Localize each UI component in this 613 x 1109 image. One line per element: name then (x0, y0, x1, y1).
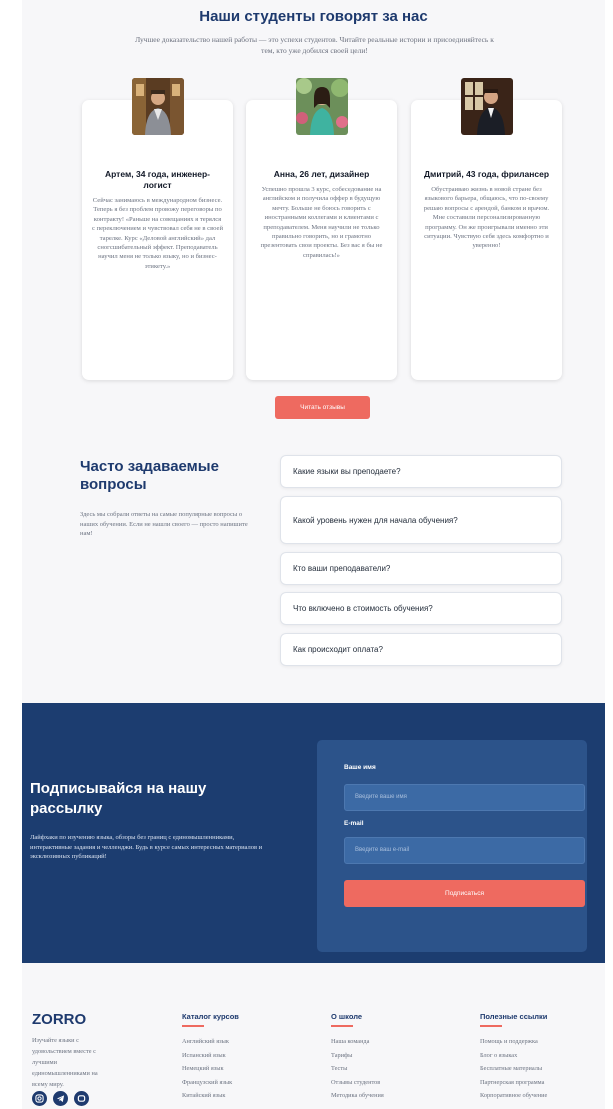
logo-text: Изучайте языки с удовольствием вместе с … (32, 1037, 98, 1088)
telegram-icon[interactable] (53, 1091, 68, 1106)
faq-item[interactable]: Кто ваши преподаватели? (280, 552, 562, 585)
divider (331, 1025, 353, 1027)
footer-link[interactable]: Методика обучения (331, 1089, 384, 1103)
vk-icon[interactable] (74, 1091, 89, 1106)
card-text: Успешно прошла 3 курс, собеседование на … (260, 186, 383, 259)
faq-item[interactable]: Как происходит оплата? (280, 633, 562, 666)
footer-link[interactable]: Немецкий язык (182, 1062, 239, 1076)
footer: ZORRO Изучайте языки с удовольствием вме… (22, 963, 605, 1109)
footer-link[interactable]: Испанский язык (182, 1049, 239, 1063)
faq-description: Здесь мы собрали ответы на самые популяр… (80, 511, 248, 537)
faq-title: Часто задаваемые вопросы (80, 458, 219, 493)
faq-item[interactable]: Что включено в стоимость обучения? (280, 592, 562, 625)
newsletter-section: Подписывайся на нашу рассылку Лайфхаки п… (22, 703, 605, 963)
faq-item[interactable]: Какой уровень нужен для начала обучения? (280, 496, 562, 544)
footer-column-catalog: Каталог курсов Английский язык Испанский… (182, 1012, 239, 1103)
email-input[interactable]: Введите ваш e-mail (344, 837, 585, 864)
newsletter-form: Ваше имя Введите ваше имя E-mail Введите… (317, 740, 587, 952)
footer-link[interactable]: Китайский язык (182, 1089, 239, 1103)
divider (182, 1025, 204, 1027)
card-name: Дмитрий, 43 года, фрилансер (423, 169, 550, 179)
footer-link[interactable]: Английский язык (182, 1035, 239, 1049)
card-name: Артем, 34 года, инженер-логист (104, 169, 211, 190)
footer-link[interactable]: Бесплатные материалы (480, 1062, 547, 1076)
logo[interactable]: ZORRO (32, 1011, 86, 1028)
footer-link[interactable]: Отзывы студентов (331, 1076, 384, 1090)
testimonials-title: Наши студенты говорят за нас (199, 8, 428, 25)
divider (480, 1025, 502, 1027)
newsletter-title: Подписывайся на нашу рассылку (30, 780, 207, 817)
footer-link[interactable]: Корпоративное обучение (480, 1089, 547, 1103)
subscribe-button[interactable]: Подписаться (344, 880, 585, 907)
footer-link[interactable]: Блог о языках (480, 1049, 547, 1063)
student-photo-artem-icon (131, 78, 184, 135)
student-photo-anna-icon (295, 78, 348, 135)
page: Наши студенты говорят за нас Лучшее дока… (22, 0, 605, 1109)
footer-column-about: О школе Наша команда Тарифы Тесты Отзывы… (331, 1012, 384, 1103)
faq-item[interactable]: Какие языки вы преподаете? (280, 455, 562, 488)
footer-column-title: Полезные ссылки (480, 1012, 548, 1021)
email-label: E-mail (344, 820, 364, 827)
footer-link[interactable]: Французский язык (182, 1076, 239, 1090)
newsletter-description: Лайфхаки по изучению языка, обзоры без г… (30, 834, 263, 860)
testimonial-card: Анна, 26 лет, дизайнер Успешно прошла 3 … (246, 78, 397, 380)
footer-column-title: О школе (331, 1012, 363, 1021)
read-reviews-button[interactable]: Читать отзывы (275, 396, 370, 419)
footer-link[interactable]: Помощь и поддержка (480, 1035, 547, 1049)
testimonial-card: Артем, 34 года, инженер-логист Сейчас за… (82, 78, 233, 380)
footer-link[interactable]: Тарифы (331, 1049, 384, 1063)
name-input[interactable]: Введите ваше имя (344, 784, 585, 811)
name-label: Ваше имя (344, 764, 376, 771)
footer-column-links: Полезные ссылки Помощь и поддержка Блог … (480, 1012, 547, 1103)
card-text: Сейчас занимаюсь в международном бизнесе… (92, 197, 223, 270)
social-links (32, 1091, 89, 1106)
testimonial-cards: Артем, 34 года, инженер-логист Сейчас за… (82, 78, 567, 380)
instagram-icon[interactable] (32, 1091, 47, 1106)
footer-column-title: Каталог курсов (182, 1012, 239, 1021)
card-text: Обустраиваю жизнь в новой стране без язы… (423, 186, 550, 250)
testimonials-subtitle: Лучшее доказательство нашей работы — это… (135, 35, 494, 55)
testimonial-card: Дмитрий, 43 года, фрилансер Обустраиваю … (411, 78, 562, 380)
card-name: Анна, 26 лет, дизайнер (273, 169, 370, 179)
student-photo-dmitry-icon (460, 78, 513, 135)
footer-link[interactable]: Наша команда (331, 1035, 384, 1049)
footer-link[interactable]: Тесты (331, 1062, 384, 1076)
footer-link[interactable]: Партнерская программа (480, 1076, 547, 1090)
